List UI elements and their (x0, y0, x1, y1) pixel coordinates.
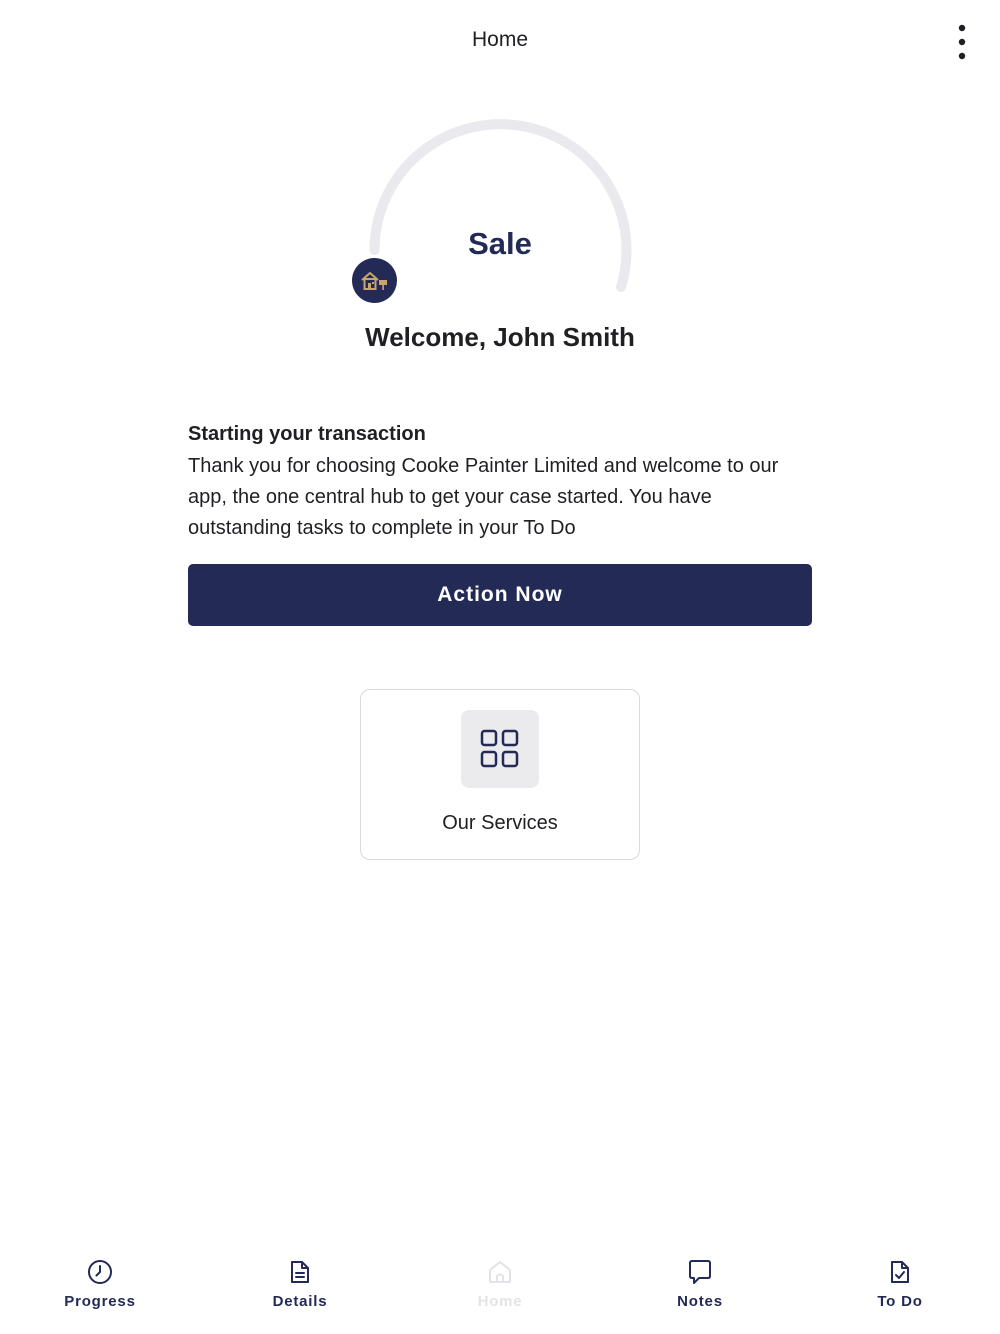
checked-document-icon (891, 1261, 909, 1283)
grid-icon (480, 729, 519, 768)
action-now-button[interactable]: Action Now (188, 564, 812, 626)
nav-label-details: Details (272, 1293, 328, 1310)
nav-item-todo[interactable]: To Do (800, 1250, 1000, 1334)
our-services-card[interactable]: Our Services (360, 689, 640, 860)
page-title: Home (471, 28, 529, 51)
bottom-navigation: Progress Details Home Notes To Do (0, 1250, 1000, 1334)
nav-item-progress[interactable]: Progress (0, 1250, 200, 1334)
intro-heading: Starting your transaction (188, 423, 426, 445)
clock-icon (88, 1260, 112, 1284)
stage-label: Sale (468, 226, 532, 261)
nav-label-notes: Notes (677, 1293, 723, 1310)
nav-item-notes[interactable]: Notes (600, 1250, 800, 1334)
home-icon (489, 1261, 511, 1283)
services-icon-container (461, 710, 539, 788)
nav-label-home: Home (477, 1293, 523, 1310)
home-screen: Home Sale Welcome, John Smith Starting y… (0, 0, 1000, 1334)
progress-marker (352, 258, 397, 303)
nav-label-progress: Progress (64, 1293, 136, 1310)
house-icon (360, 271, 387, 290)
intro-body: Thank you for choosing Cooke Painter Lim… (188, 455, 779, 539)
our-services-label: Our Services (442, 812, 558, 834)
vertical-dots-icon (958, 24, 966, 60)
welcome-message: Welcome, John Smith (365, 322, 635, 352)
intro-section: Starting your transaction Thank you for … (188, 420, 812, 544)
more-options-button[interactable] (948, 20, 976, 64)
document-icon (291, 1261, 309, 1283)
nav-item-home[interactable]: Home (400, 1250, 600, 1334)
nav-label-todo: To Do (877, 1293, 923, 1310)
speech-bubble-icon (689, 1260, 711, 1284)
nav-item-details[interactable]: Details (200, 1250, 400, 1334)
